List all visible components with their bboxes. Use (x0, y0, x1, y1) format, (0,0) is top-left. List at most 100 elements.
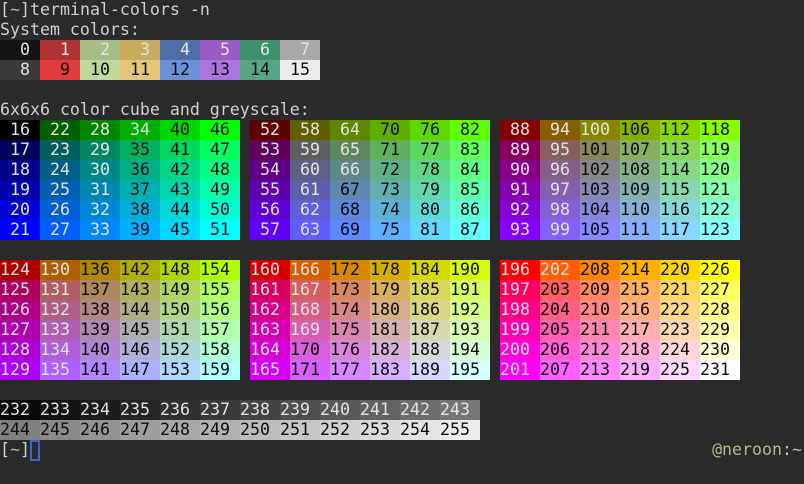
color-cell-35: 35 (120, 140, 160, 160)
color-cell-59: 59 (290, 140, 330, 160)
cube-row: 165171177183189195 (250, 360, 490, 380)
color-cell-30: 30 (80, 160, 120, 180)
color-cell-148: 148 (160, 260, 200, 280)
color-cell-227: 227 (700, 280, 740, 300)
color-cell-239: 239 (280, 400, 320, 420)
color-cell-7: 7 (280, 40, 320, 60)
color-cell-141: 141 (80, 360, 120, 380)
color-cell-77: 77 (410, 140, 450, 160)
cube-row: 160166172178184190 (250, 260, 490, 280)
color-cell-43: 43 (160, 180, 200, 200)
color-cell-97: 97 (540, 180, 580, 200)
cube-block-196: 1962022082142202261972032092152212271982… (500, 260, 740, 380)
color-cell-255: 255 (440, 420, 480, 440)
color-cell-224: 224 (660, 340, 700, 360)
color-cell-152: 152 (160, 340, 200, 360)
cube-row: 172329354147 (0, 140, 240, 160)
color-cell-93: 93 (500, 220, 540, 240)
color-cell-32: 32 (80, 200, 120, 220)
color-cell-209: 209 (580, 280, 620, 300)
color-cell-75: 75 (370, 220, 410, 240)
cube-row: 566268748086 (250, 200, 490, 220)
cube-row: 182430364248 (0, 160, 240, 180)
color-cell-11: 11 (120, 60, 160, 80)
cube-row: 8894100106112118 (500, 120, 740, 140)
color-cell-80: 80 (410, 200, 450, 220)
color-cell-99: 99 (540, 220, 580, 240)
color-cell-188: 188 (410, 340, 450, 360)
cube-row: 202632384450 (0, 200, 240, 220)
color-cell-106: 106 (620, 120, 660, 140)
color-cell-110: 110 (620, 200, 660, 220)
color-cell-156: 156 (200, 300, 240, 320)
color-cell-129: 129 (0, 360, 40, 380)
color-cell-94: 94 (540, 120, 580, 140)
cube-block-160: 1601661721781841901611671731791851911621… (250, 260, 490, 380)
color-cell-108: 108 (620, 160, 660, 180)
color-cell-210: 210 (580, 300, 620, 320)
color-cell-29: 29 (80, 140, 120, 160)
color-cell-200: 200 (500, 340, 540, 360)
color-cell-42: 42 (160, 160, 200, 180)
color-cell-73: 73 (370, 180, 410, 200)
color-cell-241: 241 (360, 400, 400, 420)
color-cell-85: 85 (450, 180, 490, 200)
color-cell-151: 151 (160, 320, 200, 340)
color-cell-138: 138 (80, 300, 120, 320)
prompt-path: ~ (10, 0, 20, 19)
color-cell-98: 98 (540, 200, 580, 220)
color-cell-252: 252 (320, 420, 360, 440)
color-cell-16: 16 (0, 120, 40, 140)
color-cell-121: 121 (700, 180, 740, 200)
color-cell-204: 204 (540, 300, 580, 320)
color-cell-135: 135 (40, 360, 80, 380)
color-cell-88: 88 (500, 120, 540, 140)
color-cell-238: 238 (240, 400, 280, 420)
color-cell-186: 186 (410, 300, 450, 320)
color-cell-177: 177 (330, 360, 370, 380)
command-text: terminal-colors -n (30, 0, 210, 19)
color-cell-52: 52 (250, 120, 290, 140)
greyscale-row-244-255: 244245246247248249250251252253254255 (0, 420, 804, 440)
color-cell-125: 125 (0, 280, 40, 300)
color-cell-86: 86 (450, 200, 490, 220)
color-cell-103: 103 (580, 180, 620, 200)
color-cell-168: 168 (290, 300, 330, 320)
color-cell-208: 208 (580, 260, 620, 280)
cube-row: 8995101107113119 (500, 140, 740, 160)
color-cell-173: 173 (330, 280, 370, 300)
cube-row: 128134140146152158 (0, 340, 240, 360)
system-colors-row-0-7: 01234567 (0, 40, 804, 60)
color-cell-10: 10 (80, 60, 120, 80)
color-cell-44: 44 (160, 200, 200, 220)
prompt-bracket-open: [ (0, 0, 10, 19)
command-line: [~]terminal-colors -n (0, 0, 804, 20)
color-cell-223: 223 (660, 320, 700, 340)
color-cell-96: 96 (540, 160, 580, 180)
color-cell-46: 46 (200, 120, 240, 140)
color-cell-95: 95 (540, 140, 580, 160)
color-cell-164: 164 (250, 340, 290, 360)
color-cell-83: 83 (450, 140, 490, 160)
color-cell-25: 25 (40, 180, 80, 200)
cube-row: 9197103109115121 (500, 180, 740, 200)
terminal-screen[interactable]: [~]terminal-colors -n System colors: 012… (0, 0, 804, 484)
color-cell-55: 55 (250, 180, 290, 200)
color-cell-217: 217 (620, 320, 660, 340)
color-cell-82: 82 (450, 120, 490, 140)
color-cell-178: 178 (370, 260, 410, 280)
color-cell-124: 124 (0, 260, 40, 280)
color-cell-91: 91 (500, 180, 540, 200)
right-status: @neroon:~ (712, 440, 802, 460)
color-cell-174: 174 (330, 300, 370, 320)
color-cell-176: 176 (330, 340, 370, 360)
color-cell-167: 167 (290, 280, 330, 300)
color-cell-229: 229 (700, 320, 740, 340)
color-cell-158: 158 (200, 340, 240, 360)
color-cell-57: 57 (250, 220, 290, 240)
color-cell-19: 19 (0, 180, 40, 200)
color-cell-31: 31 (80, 180, 120, 200)
color-cell-172: 172 (330, 260, 370, 280)
terminal-cursor[interactable] (30, 440, 40, 461)
color-cell-154: 154 (200, 260, 240, 280)
